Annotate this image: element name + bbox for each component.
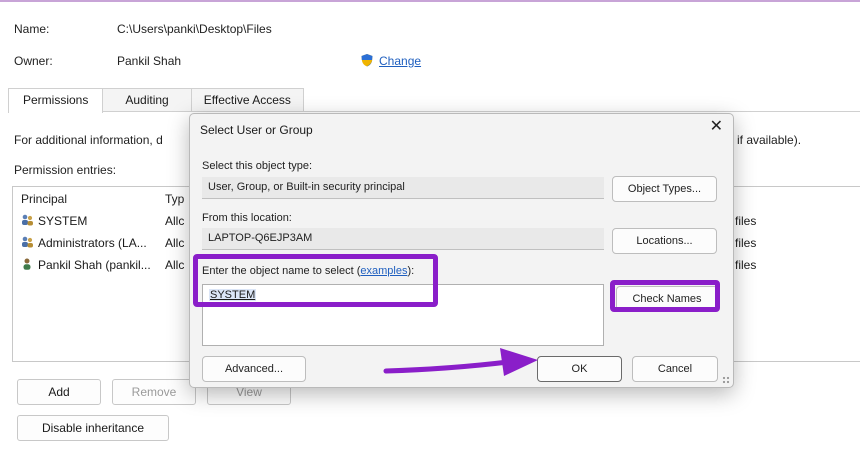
tab-divider <box>8 111 860 112</box>
examples-link[interactable]: examples <box>360 265 407 277</box>
group-icon <box>22 214 33 226</box>
object-name-label: Enter the object name to select (example… <box>202 265 414 277</box>
tab-effective-access[interactable]: Effective Access <box>190 88 304 112</box>
list-item[interactable]: Pankil Shah (pankil... <box>21 258 151 272</box>
info-text-end: if available). <box>737 133 802 147</box>
tab-permissions[interactable]: Permissions <box>8 88 104 113</box>
user-icon <box>23 258 31 270</box>
group-icon <box>22 236 33 248</box>
column-header-principal[interactable]: Principal <box>21 192 67 206</box>
uac-shield-icon <box>361 54 373 67</box>
object-types-button[interactable]: Object Types... <box>612 176 717 202</box>
add-button[interactable]: Add <box>17 379 101 405</box>
object-type-label: Select this object type: <box>202 160 313 172</box>
object-name-label-suffix: ): <box>407 265 415 277</box>
location-label: From this location: <box>202 212 292 224</box>
advanced-button[interactable]: Advanced... <box>202 356 306 382</box>
info-text: For additional information, d <box>14 133 163 147</box>
dialog-title: Select User or Group <box>200 123 313 137</box>
principal-name: Administrators (LA... <box>38 236 147 250</box>
entry-applies-to: files <box>735 258 757 272</box>
entry-type: Allc <box>165 258 185 272</box>
entry-applies-to: files <box>735 236 757 250</box>
list-item[interactable]: Administrators (LA... <box>21 236 147 250</box>
change-owner-link[interactable]: Change <box>360 53 421 68</box>
object-name-text: SYSTEM <box>209 289 257 301</box>
object-name-label-prefix: Enter the object name to select ( <box>202 265 361 277</box>
entry-type: Allc <box>165 214 185 228</box>
list-item[interactable]: SYSTEM <box>21 214 87 228</box>
object-name-input[interactable]: SYSTEM <box>202 284 604 346</box>
principal-name: SYSTEM <box>38 214 88 228</box>
close-icon[interactable]: ✕ <box>710 119 723 135</box>
tab-auditing[interactable]: Auditing <box>102 88 192 112</box>
entry-applies-to: files <box>735 214 757 228</box>
remove-button[interactable]: Remove <box>112 379 196 405</box>
change-link-text[interactable]: Change <box>379 54 421 68</box>
ok-button[interactable]: OK <box>537 356 622 382</box>
permission-entries-label: Permission entries: <box>14 163 117 177</box>
arrow-annotation-icon <box>383 348 538 376</box>
entry-type: Allc <box>165 236 185 250</box>
cancel-button[interactable]: Cancel <box>632 356 718 382</box>
name-label: Name: <box>14 22 50 36</box>
principal-name: Pankil Shah (pankil... <box>38 258 151 272</box>
owner-label: Owner: <box>14 54 53 68</box>
top-accent-line <box>0 0 860 2</box>
location-field: LAPTOP-Q6EJP3AM <box>202 228 604 250</box>
owner-value: Pankil Shah <box>117 54 182 68</box>
locations-button[interactable]: Locations... <box>612 228 717 254</box>
object-type-field: User, Group, or Built-in security princi… <box>202 177 604 199</box>
column-header-type[interactable]: Typ <box>165 192 184 206</box>
resize-grip[interactable] <box>722 376 730 384</box>
check-names-button[interactable]: Check Names <box>616 286 718 312</box>
disable-inheritance-button[interactable]: Disable inheritance <box>17 415 169 441</box>
property-tabs: Permissions Auditing Effective Access <box>8 88 304 113</box>
name-value: C:\Users\panki\Desktop\Files <box>117 22 272 36</box>
